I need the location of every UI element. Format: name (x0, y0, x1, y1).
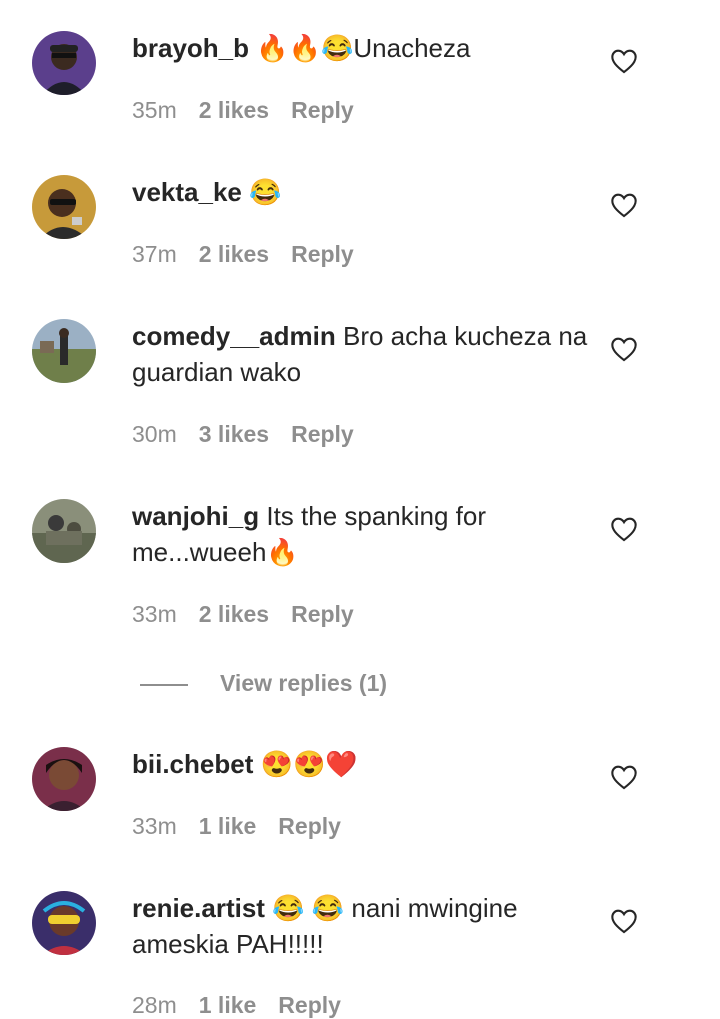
comment-username[interactable]: bii.chebet (132, 749, 253, 779)
comment-text: renie.artist 😂 😂 nani mwingine ameskia P… (132, 890, 592, 962)
comment-likes[interactable]: 3 likes (199, 421, 269, 447)
comment-body: 🔥🔥😂Unacheza (249, 33, 471, 63)
heart-outline-icon[interactable] (610, 764, 638, 790)
comment-meta: 35m 2 likes Reply (132, 97, 376, 124)
avatar[interactable] (32, 747, 96, 811)
comment-likes[interactable]: 1 like (199, 992, 257, 1018)
avatar[interactable] (32, 891, 96, 955)
comment-username[interactable]: renie.artist (132, 893, 265, 923)
comment-body: 😍😍❤️ (253, 749, 358, 779)
comment-meta: 30m 3 likes Reply (132, 421, 376, 448)
reply-button[interactable]: Reply (291, 97, 354, 123)
comment-meta: 33m 1 like Reply (132, 813, 363, 840)
reply-button[interactable]: Reply (291, 421, 354, 447)
comment-meta: 33m 2 likes Reply (132, 601, 376, 628)
comment-text: vekta_ke 😂 (132, 174, 592, 210)
reply-button[interactable]: Reply (291, 241, 354, 267)
comment-text: bii.chebet 😍😍❤️ (132, 746, 592, 782)
comment-time: 37m (132, 241, 177, 267)
comment-likes[interactable]: 2 likes (199, 97, 269, 123)
comment-time: 30m (132, 421, 177, 447)
comment-likes[interactable]: 2 likes (199, 241, 269, 267)
reply-button[interactable]: Reply (278, 992, 341, 1018)
comment-text: comedy__admin Bro acha kucheza na guardi… (132, 318, 592, 390)
comment-time: 28m (132, 992, 177, 1018)
view-replies-line (140, 684, 188, 686)
heart-outline-icon[interactable] (610, 192, 638, 218)
comment-text: brayoh_b 🔥🔥😂Unacheza (132, 30, 592, 66)
comment-username[interactable]: vekta_ke (132, 177, 242, 207)
comment-likes[interactable]: 2 likes (199, 601, 269, 627)
avatar[interactable] (32, 499, 96, 563)
comment-body: 😂 (241, 177, 282, 207)
avatar[interactable] (32, 31, 96, 95)
comment-likes[interactable]: 1 like (199, 813, 257, 839)
heart-outline-icon[interactable] (610, 48, 638, 74)
view-replies-label: View replies (1) (220, 670, 388, 696)
comment-meta: 28m 1 like Reply (132, 992, 363, 1019)
avatar[interactable] (32, 175, 96, 239)
comment-meta: 37m 2 likes Reply (132, 241, 376, 268)
comment-time: 33m (132, 601, 177, 627)
heart-outline-icon[interactable] (610, 336, 638, 362)
comment-time: 35m (132, 97, 177, 123)
comment-text: wanjohi_g Its the spanking for me...wuee… (132, 498, 592, 570)
comment-username[interactable]: brayoh_b (132, 33, 249, 63)
comment-username[interactable]: wanjohi_g (132, 501, 259, 531)
heart-outline-icon[interactable] (610, 516, 638, 542)
reply-button[interactable]: Reply (278, 813, 341, 839)
comment-time: 33m (132, 813, 177, 839)
heart-outline-icon[interactable] (610, 908, 638, 934)
avatar[interactable] (32, 319, 96, 383)
reply-button[interactable]: Reply (291, 601, 354, 627)
comment-username[interactable]: comedy__admin (132, 321, 336, 351)
